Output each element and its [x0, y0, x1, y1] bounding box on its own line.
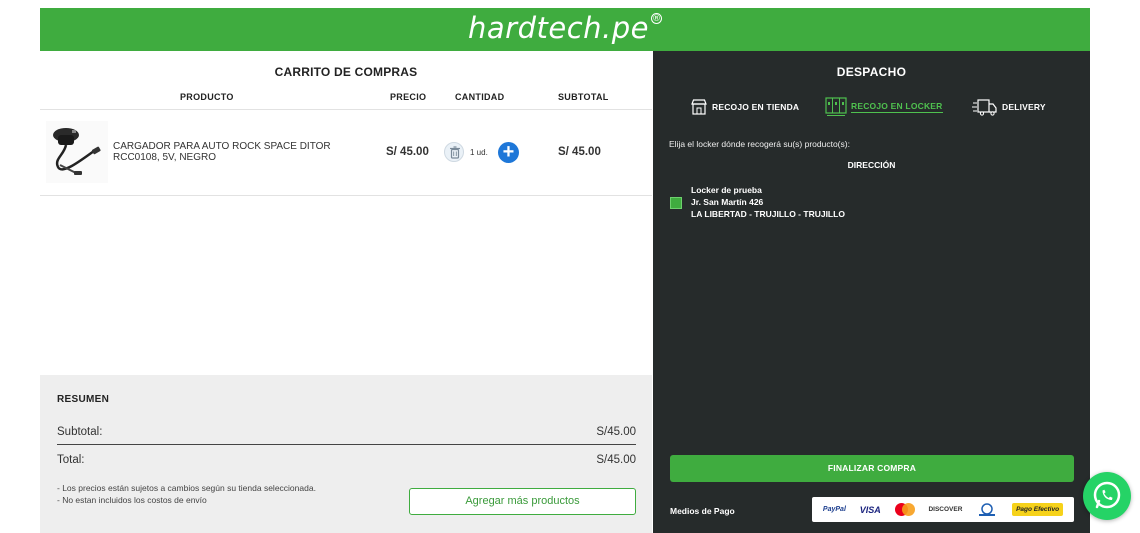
- summary-subtotal-label: Subtotal:: [57, 426, 103, 438]
- column-header-quantity: CANTIDAD: [455, 92, 505, 102]
- pago-efectivo-logo: Pago Efectivo: [1012, 503, 1064, 516]
- summary-divider: [57, 444, 636, 445]
- site-logo[interactable]: hardtech.pe ®: [40, 11, 1090, 45]
- locker-region: LA LIBERTAD - TRUJILLO - TRUJILLO: [691, 209, 845, 219]
- add-more-products-button[interactable]: Agregar más productos: [409, 488, 636, 515]
- locker-street: Jr. San Martín 426: [691, 197, 764, 207]
- logo-text[interactable]: hardtech.pe: [468, 11, 649, 45]
- quantity-value: 1 ud.: [470, 148, 488, 157]
- price-note: - Los precios están sujetos a cambios se…: [57, 483, 316, 493]
- trash-icon: [450, 146, 460, 159]
- discover-logo: DISCOVER: [928, 506, 963, 513]
- shipping-title: DESPACHO: [836, 65, 907, 79]
- shipping-note: - No estan incluidos los costos de envío: [57, 495, 207, 505]
- cart-title: CARRITO DE COMPRAS: [274, 65, 418, 79]
- plus-icon: +: [502, 141, 515, 163]
- whatsapp-icon: [1093, 481, 1121, 509]
- column-header-price: PRECIO: [390, 92, 427, 102]
- option-store-pickup-label: RECOJO EN TIENDA: [712, 102, 800, 112]
- summary-subtotal-value: S/45.00: [596, 426, 636, 438]
- row-divider: [40, 195, 652, 196]
- option-locker-pickup-label: RECOJO EN LOCKER: [851, 101, 943, 113]
- option-locker-pickup[interactable]: RECOJO EN LOCKER: [825, 96, 943, 118]
- summary-panel: RESUMEN Subtotal: S/45.00 Total: S/45.00…: [40, 375, 652, 533]
- whatsapp-chat-button[interactable]: [1083, 472, 1131, 520]
- option-delivery-label: DELIVERY: [1002, 102, 1046, 112]
- remove-item-button[interactable]: [444, 142, 464, 162]
- car-charger-icon: [46, 121, 108, 183]
- paypal-logo: PayPal: [822, 506, 846, 513]
- top-header-bar: hardtech.pe ®: [40, 8, 1090, 51]
- locker-option[interactable]: Locker de prueba Jr. San Martín 426 LA L…: [691, 184, 845, 220]
- locker-name: Locker de prueba: [691, 185, 762, 195]
- registered-mark: ®: [651, 13, 662, 25]
- product-image: [46, 121, 108, 183]
- mastercard-icon: [894, 503, 915, 516]
- option-delivery[interactable]: DELIVERY: [972, 96, 1046, 118]
- column-header-product: PRODUCTO: [180, 92, 234, 102]
- locker-checkbox[interactable]: [670, 197, 682, 209]
- choose-locker-text: Elija el locker dónde recogerá su(s) pro…: [669, 139, 850, 149]
- payment-methods-label: Medios de Pago: [670, 506, 735, 516]
- summary-subtotal-row: Subtotal: S/45.00: [57, 426, 636, 438]
- item-subtotal: S/ 45.00: [558, 146, 601, 158]
- product-price: S/ 45.00: [386, 146, 429, 158]
- increase-quantity-button[interactable]: +: [498, 142, 519, 163]
- summary-total-row: Total: S/45.00: [57, 454, 636, 466]
- payment-methods-strip: PayPal VISA DISCOVER Pago Efectivo: [812, 497, 1074, 522]
- summary-total-label: Total:: [57, 454, 85, 466]
- product-name[interactable]: CARGADOR PARA AUTO ROCK SPACE DITOR RCC0…: [113, 141, 363, 163]
- option-store-pickup[interactable]: RECOJO EN TIENDA: [690, 96, 799, 118]
- summary-total-value: S/45.00: [596, 454, 636, 466]
- address-column-header: DIRECCIÓN: [847, 160, 896, 170]
- truck-icon: [972, 99, 997, 116]
- locker-icon: [825, 97, 847, 116]
- column-header-subtotal: SUBTOTAL: [558, 92, 609, 102]
- finish-purchase-button[interactable]: FINALIZAR COMPRA: [670, 455, 1074, 482]
- header-divider: [40, 109, 652, 110]
- bank-transfer-icon: [979, 502, 996, 516]
- shipping-panel: DESPACHO RECOJO EN TIENDA RECOJO EN LOCK…: [653, 51, 1090, 533]
- summary-title: RESUMEN: [57, 394, 110, 405]
- visa-logo: VISA: [859, 504, 881, 515]
- store-icon: [691, 99, 707, 115]
